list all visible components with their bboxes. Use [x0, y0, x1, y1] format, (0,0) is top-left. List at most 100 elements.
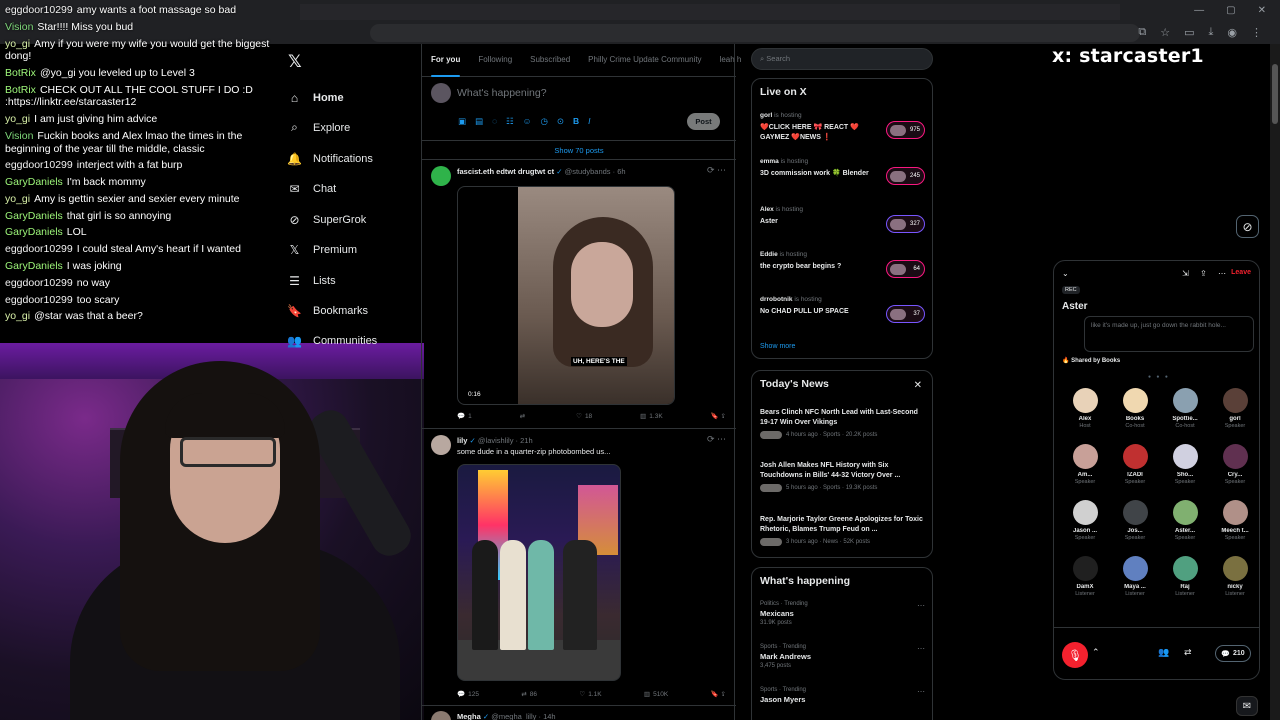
- chat-username[interactable]: GaryDaniels: [5, 260, 63, 272]
- repost-icon[interactable]: ⇄: [520, 412, 528, 420]
- tweet-video[interactable]: UH, HERE'S THE 0:16: [457, 186, 675, 405]
- avatar[interactable]: [1072, 388, 1098, 413]
- chat-username[interactable]: GaryDaniels: [5, 226, 63, 238]
- chat-username[interactable]: eggdoor10299: [5, 294, 73, 306]
- more-icon[interactable]: ⋯: [917, 601, 925, 610]
- tweet-handle[interactable]: @megha_lilly: [491, 712, 536, 720]
- news-item[interactable]: Josh Allen Makes NFL History with Six To…: [760, 461, 925, 492]
- avatar[interactable]: [1222, 556, 1248, 581]
- tab[interactable]: Following: [478, 44, 512, 77]
- trend-name[interactable]: Jason Myers: [760, 695, 925, 704]
- close-icon[interactable]: ✕: [914, 380, 922, 391]
- news-item[interactable]: Rep. Marjorie Taylor Greene Apologizes f…: [760, 515, 925, 546]
- grok-icon[interactable]: ⊘: [1236, 215, 1259, 238]
- avatar[interactable]: [1172, 500, 1198, 525]
- chat-username[interactable]: Vision: [5, 130, 33, 142]
- pinned-post[interactable]: like it's made up, just go down the rabb…: [1084, 316, 1254, 352]
- tweet-time[interactable]: 21h: [520, 436, 533, 445]
- space-participant[interactable]: Jos... Speaker: [1112, 500, 1158, 541]
- chat-username[interactable]: eggdoor10299: [5, 243, 73, 255]
- menu-icon[interactable]: ⋮: [1251, 26, 1262, 39]
- leave-space-button[interactable]: Leave: [1231, 269, 1251, 276]
- nav-item-supergrok[interactable]: ⊘ SuperGrok: [288, 213, 366, 227]
- host-name[interactable]: Alex: [760, 206, 774, 213]
- space-participant[interactable]: nicky Listener: [1212, 556, 1258, 597]
- maximize-icon[interactable]: ▢: [1226, 5, 1235, 16]
- mic-off-icon[interactable]: 🎙: [1062, 642, 1088, 668]
- post-button[interactable]: Post: [687, 113, 720, 130]
- tweet-more-icon[interactable]: ⟳ ⋯: [707, 165, 726, 176]
- listener-pill[interactable]: 975: [886, 121, 925, 139]
- tweet-time[interactable]: 14h: [543, 712, 556, 720]
- live-space-title[interactable]: the crypto bear begins ?: [760, 262, 870, 272]
- schedule-icon[interactable]: ◷: [540, 116, 547, 127]
- space-participant[interactable]: Cry... Speaker: [1212, 444, 1258, 485]
- chat-username[interactable]: yo_gi: [5, 310, 30, 322]
- avatar[interactable]: [1072, 444, 1098, 469]
- grok-icon[interactable]: ◌: [492, 116, 497, 127]
- avatar[interactable]: [1072, 556, 1098, 581]
- news-headline[interactable]: Bears Clinch NFC North Lead with Last-Se…: [760, 408, 925, 428]
- views-icon[interactable]: ▥ 510K: [644, 690, 668, 699]
- emoji-icon[interactable]: ☺: [523, 116, 532, 127]
- avatar[interactable]: [431, 711, 451, 720]
- chat-username[interactable]: GaryDaniels: [5, 210, 63, 222]
- install-icon[interactable]: ⧉: [1138, 26, 1146, 39]
- live-space-title[interactable]: Aster: [760, 217, 870, 227]
- pager-dots[interactable]: ● ● ●: [1148, 374, 1170, 380]
- news-headline[interactable]: Josh Allen Makes NFL History with Six To…: [760, 461, 925, 481]
- chevron-up-icon[interactable]: ⌃: [1092, 647, 1100, 658]
- news-headline[interactable]: Rep. Marjorie Taylor Greene Apologizes f…: [760, 515, 925, 535]
- bold-icon[interactable]: B: [573, 116, 579, 127]
- space-participant[interactable]: Books Co-host: [1112, 388, 1158, 429]
- nav-item-home[interactable]: ⌂ Home: [288, 91, 344, 105]
- show-new-posts-button[interactable]: Show 70 posts: [422, 141, 736, 160]
- messages-icon[interactable]: ✉: [1236, 696, 1258, 716]
- repost-icon[interactable]: ⇄ 86: [521, 690, 537, 699]
- avatar[interactable]: [1122, 388, 1148, 413]
- trend-item[interactable]: Sports · Trending Mark Andrews 3,475 posts…: [760, 644, 925, 669]
- space-participant[interactable]: IZADI Speaker: [1112, 444, 1158, 485]
- avatar[interactable]: [1222, 500, 1248, 525]
- like-icon[interactable]: ♡ 1.1K: [579, 690, 601, 699]
- chat-username[interactable]: yo_gi: [5, 193, 30, 205]
- space-participant[interactable]: Jason ... Speaker: [1062, 500, 1108, 541]
- tab[interactable]: Subscribed: [530, 44, 570, 77]
- space-participant[interactable]: Raj Listener: [1162, 556, 1208, 597]
- nav-item-premium[interactable]: 𝕏 Premium: [288, 243, 357, 257]
- chat-username[interactable]: yo_gi: [5, 38, 30, 50]
- live-space-title[interactable]: 3D commission work 🍀 Blender: [760, 169, 870, 179]
- tweet-author-name[interactable]: fascist.eth edtwt drugtwt ct: [457, 167, 554, 176]
- chat-username[interactable]: BotRix: [5, 84, 36, 96]
- listener-pill[interactable]: 64: [886, 260, 925, 278]
- bookmark-share-icons[interactable]: 🔖 ⇪: [711, 412, 726, 420]
- host-name[interactable]: emma: [760, 158, 779, 165]
- space-participant[interactable]: Aster... Speaker: [1162, 500, 1208, 541]
- minimize-icon[interactable]: —: [1194, 5, 1204, 16]
- tab[interactable]: Philly Crime Update Community: [588, 44, 701, 77]
- live-space-item[interactable]: gorl is hosting ❤️CLICK HERE 🎀 REACT ❤️ G…: [760, 112, 925, 143]
- space-participant[interactable]: Meech t... Speaker: [1212, 500, 1258, 541]
- avatar[interactable]: [431, 166, 451, 186]
- chat-username[interactable]: eggdoor10299: [5, 4, 73, 16]
- space-participant[interactable]: DamX Listener: [1062, 556, 1108, 597]
- reply-icon[interactable]: 💬 1: [457, 412, 472, 421]
- profile-icon[interactable]: ◉: [1227, 26, 1237, 39]
- star-icon[interactable]: ☆: [1160, 26, 1170, 39]
- minimize-space-icon[interactable]: ⇲: [1182, 269, 1189, 278]
- avatar[interactable]: [1172, 388, 1198, 413]
- reply-icon[interactable]: 💬 125: [457, 690, 479, 699]
- poll-icon[interactable]: ☷: [506, 116, 514, 127]
- news-item[interactable]: Bears Clinch NFC North Lead with Last-Se…: [760, 408, 925, 439]
- repost-icon[interactable]: ⇄: [1184, 647, 1192, 658]
- tweet-handle[interactable]: @studybands: [565, 167, 611, 176]
- scrollbar-thumb[interactable]: [1272, 64, 1278, 124]
- tweet-time[interactable]: 6h: [617, 167, 625, 176]
- search-input[interactable]: ⌕ Search: [751, 48, 933, 70]
- people-icon[interactable]: 👥: [1158, 647, 1169, 658]
- nav-item-lists[interactable]: ☰ Lists: [288, 274, 336, 288]
- image-icon[interactable]: ▣: [458, 116, 466, 127]
- compose-input[interactable]: What's happening?: [457, 87, 547, 99]
- tab[interactable]: For you: [431, 44, 461, 77]
- more-icon[interactable]: ⋯: [1218, 269, 1226, 278]
